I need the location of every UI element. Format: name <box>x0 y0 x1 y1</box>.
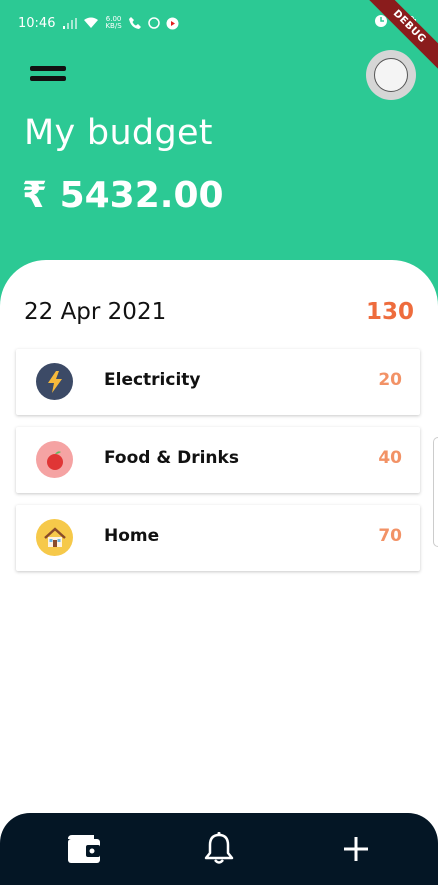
phone-icon <box>128 17 141 29</box>
bell-icon <box>204 832 234 864</box>
signal-icon <box>63 17 78 29</box>
whatsapp-icon <box>147 17 160 29</box>
category-list: Electricity 20 Food & Drinks 40 Home 70 <box>16 349 420 583</box>
net-speed-unit: KB/S <box>105 22 122 30</box>
plus-icon <box>344 837 368 861</box>
page-title: My budget <box>24 113 213 153</box>
youtube-icon <box>166 17 179 29</box>
lightning-icon <box>36 363 73 400</box>
status-bar: 10:46 6.00 KB/S <box>0 0 438 46</box>
category-name: Home <box>104 526 160 546</box>
net-speed: 6.00 KB/S <box>105 16 121 30</box>
wallet-button[interactable] <box>64 831 104 867</box>
list-item[interactable]: Food & Drinks 40 <box>16 427 420 493</box>
list-item[interactable]: Electricity 20 <box>16 349 420 415</box>
list-item[interactable]: Home 70 <box>16 505 420 571</box>
add-button[interactable] <box>336 831 376 867</box>
category-name: Food & Drinks <box>104 448 239 468</box>
side-drawer-handle[interactable] <box>433 437 438 547</box>
status-time: 10:46 <box>18 15 56 31</box>
date-label: 22 Apr 2021 <box>24 299 167 325</box>
status-icons: 6.00 KB/S <box>63 16 179 30</box>
menu-bar <box>30 66 66 71</box>
category-name: Electricity <box>104 370 201 390</box>
category-amount: 20 <box>378 370 402 390</box>
date-row: 22 Apr 2021 130 <box>24 299 414 329</box>
wifi-icon <box>84 17 99 28</box>
budget-amount: ₹ 5432.00 <box>22 175 224 216</box>
notifications-button[interactable] <box>199 831 239 867</box>
wallet-icon <box>68 835 100 863</box>
house-icon <box>36 519 73 556</box>
menu-bar <box>30 76 66 81</box>
menu-button[interactable] <box>30 66 66 84</box>
date-total: 130 <box>365 299 414 325</box>
apple-icon <box>36 441 73 478</box>
bottom-nav <box>0 813 438 885</box>
category-amount: 40 <box>378 448 402 468</box>
avatar[interactable] <box>366 50 416 100</box>
avatar-face-icon <box>374 58 408 92</box>
category-amount: 70 <box>378 526 402 546</box>
